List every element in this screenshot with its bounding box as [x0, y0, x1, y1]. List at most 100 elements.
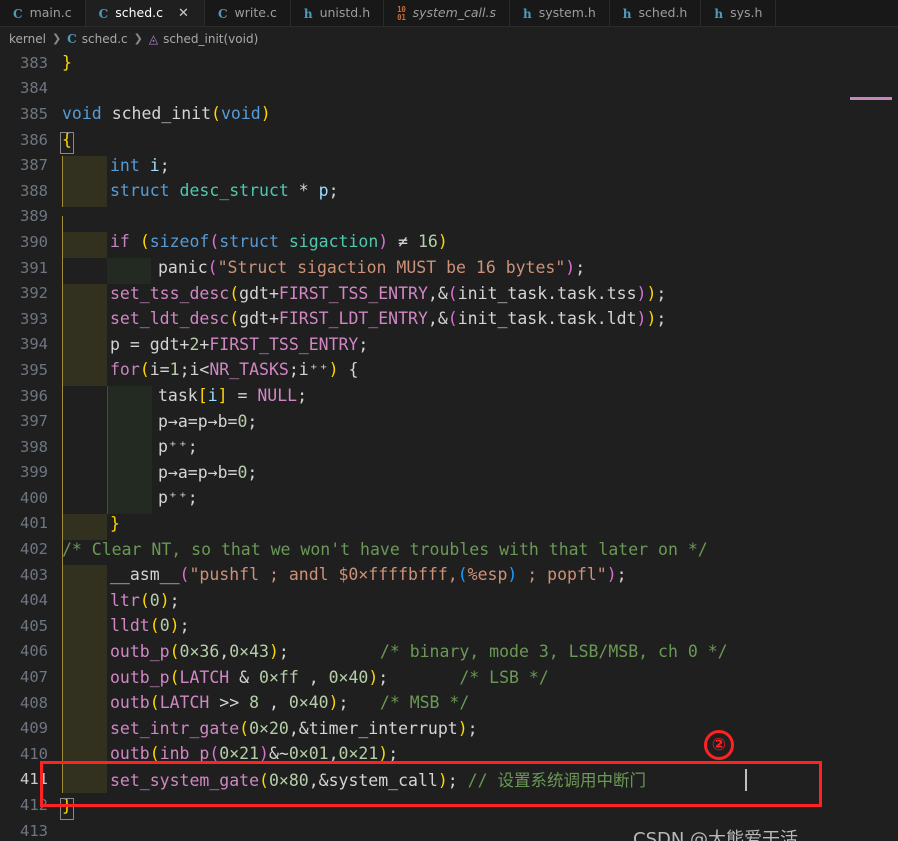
tab-label: sched.h	[638, 5, 688, 21]
line-number: 405	[20, 616, 48, 635]
code-editor[interactable]: 383 } 384 385 void sched_init(void) 386 …	[0, 50, 898, 841]
line-content: outb(LATCH >> 8 , 0×40); /* MSB */	[62, 693, 898, 719]
line-number: 393	[20, 309, 48, 328]
c-file-icon: C	[217, 6, 228, 21]
breadcrumb-symbol[interactable]: ◬ sched_init(void)	[149, 32, 258, 46]
code-line[interactable]: 384	[0, 76, 898, 102]
line-number: 408	[20, 693, 48, 712]
line-number: 395	[20, 360, 48, 379]
code-line[interactable]: 404 ltr(0);	[0, 587, 898, 617]
line-content: set_system_gate(0×80,&system_call); // 设…	[62, 767, 898, 794]
line-content: int i;	[62, 155, 898, 182]
chevron-right-icon: ❯	[133, 32, 143, 45]
code-line[interactable]: 407 outb_p(LATCH & 0×ff , 0×40); /* LSB …	[0, 664, 898, 694]
code-line[interactable]: 387 int i;	[0, 152, 898, 182]
tab-unistd-h[interactable]: h unistd.h	[290, 0, 385, 26]
code-line[interactable]: 392 set_tss_desc(gdt+FIRST_TSS_ENTRY,&(i…	[0, 280, 898, 310]
code-line[interactable]: 406 outb_p(0×36,0×43); /* binary, mode 3…	[0, 639, 898, 668]
code-line[interactable]: 403 __asm__("pushfl ; andl $0×ffffbfff,(…	[0, 562, 898, 591]
code-line[interactable]: 388 struct desc_struct * p;	[0, 178, 898, 207]
line-number: 392	[20, 284, 48, 303]
minimap-sliver[interactable]	[850, 97, 892, 100]
code-line[interactable]: 405 lldt(0);	[0, 613, 898, 642]
code-line[interactable]: 393 set_ldt_desc(gdt+FIRST_LDT_ENTRY,&(i…	[0, 306, 898, 335]
breadcrumb-file[interactable]: C sched.c	[67, 32, 127, 46]
line-content: void sched_init(void)	[62, 104, 271, 124]
tab-write-c[interactable]: C write.c	[204, 0, 291, 26]
breadcrumb: kernel ❯ C sched.c ❯ ◬ sched_init(void)	[0, 27, 898, 50]
code-line[interactable]: 395 for(i=1;i<NR_TASKS;i⁺⁺) {	[0, 357, 898, 387]
code-line[interactable]: 402 /* Clear NT, so that we won't have t…	[0, 536, 898, 566]
line-number: 407	[20, 668, 48, 687]
code-line[interactable]: 410 outb(inb_p(0×21)&~0×01,0×21);	[0, 741, 898, 770]
code-line[interactable]: 385 void sched_init(void)	[0, 101, 898, 127]
line-content: p⁺⁺;	[62, 488, 898, 514]
c-file-icon: C	[13, 6, 23, 21]
code-line[interactable]: 412 }	[0, 792, 898, 820]
line-number: 396	[20, 386, 48, 405]
asm-file-icon: 10 01	[397, 4, 406, 22]
breadcrumb-folder[interactable]: kernel	[9, 32, 46, 46]
line-number: 386	[20, 130, 48, 149]
line-number: 402	[20, 540, 48, 559]
tab-label: sched.c	[115, 5, 163, 21]
tab-label: system_call.s	[412, 5, 496, 21]
code-line[interactable]: 408 outb(LATCH >> 8 , 0×40); /* MSB */	[0, 690, 898, 719]
code-line[interactable]: 390 if (sizeof(struct sigaction) ≠ 16)	[0, 229, 898, 259]
code-line[interactable]: 400 p⁺⁺;	[0, 485, 898, 514]
code-line[interactable]: 396 task[i] = NULL;	[0, 383, 898, 412]
code-line[interactable]: 398 p⁺⁺;	[0, 434, 898, 463]
tab-sys-h[interactable]: h sys.h	[701, 0, 777, 26]
code-line[interactable]: 399 p→a=p→b=0;	[0, 460, 898, 489]
watermark: CSDN @大熊爱干活	[633, 829, 799, 841]
editor-tab-bar: C main.c C sched.c ✕ C write.c h unistd.…	[0, 0, 898, 27]
tab-label: system.h	[538, 5, 596, 21]
code-line[interactable]: 397 p→a=p→b=0;	[0, 408, 898, 438]
line-number: 412	[20, 796, 48, 815]
line-number: 399	[20, 463, 48, 482]
tab-sched-h[interactable]: h sched.h	[609, 0, 702, 26]
code-line[interactable]: 386 {	[0, 127, 898, 155]
line-content: outb_p(LATCH & 0×ff , 0×40); /* LSB */	[62, 667, 898, 694]
code-line[interactable]: 394 p = gdt+2+FIRST_TSS_ENTRY;	[0, 332, 898, 361]
line-number: 389	[20, 207, 48, 226]
line-number: 388	[20, 181, 48, 200]
breadcrumb-symbol-label: sched_init(void)	[163, 31, 259, 46]
code-line[interactable]: 389	[0, 204, 898, 242]
close-icon[interactable]: ✕	[176, 6, 191, 21]
line-content: p→a=p→b=0;	[62, 462, 898, 489]
bracket-match-box	[60, 132, 74, 155]
line-number: 404	[20, 591, 48, 610]
bracket-match-box	[60, 797, 74, 820]
tab-system-h[interactable]: h system.h	[509, 0, 610, 26]
breadcrumb-folder-label: kernel	[9, 31, 46, 46]
line-content: for(i=1;i<NR_TASKS;i⁺⁺) {	[62, 360, 898, 387]
line-number: 409	[20, 719, 48, 738]
line-content: }	[62, 513, 898, 540]
line-content: {	[60, 130, 898, 155]
code-line[interactable]: 383 }	[0, 50, 898, 76]
line-content: set_tss_desc(gdt+FIRST_TSS_ENTRY,&(init_…	[62, 283, 898, 310]
code-line[interactable]: 401 }	[0, 511, 898, 540]
line-number: 401	[20, 514, 48, 533]
c-file-icon: C	[67, 31, 77, 46]
tab-main-c[interactable]: C main.c	[0, 0, 86, 26]
line-content: }	[60, 796, 898, 820]
line-content: lldt(0);	[62, 616, 898, 642]
code-line-current[interactable]: 411 set_system_gate(0×80,&system_call); …	[0, 767, 898, 794]
tab-system-call-s[interactable]: 10 01 system_call.s	[384, 0, 510, 26]
annotation-marker-2: ②	[704, 730, 734, 760]
tab-label: main.c	[29, 5, 72, 21]
line-number: 400	[20, 488, 48, 507]
code-line[interactable]: 409 set_intr_gate(0×20,&timer_interrupt)…	[0, 715, 898, 745]
line-number: 385	[20, 104, 48, 123]
tab-sched-c[interactable]: C sched.c ✕	[85, 0, 205, 26]
vscode-window: C main.c C sched.c ✕ C write.c h unistd.…	[0, 0, 898, 841]
line-content: outb_p(0×36,0×43); /* binary, mode 3, LS…	[62, 641, 898, 668]
code-line[interactable]: 391 panic("Struct sigaction MUST be 16 b…	[0, 255, 898, 284]
line-number: 397	[20, 412, 48, 431]
tab-label: unistd.h	[319, 5, 371, 21]
line-content: __asm__("pushfl ; andl $0×ffffbfff,(%esp…	[62, 565, 898, 591]
h-file-icon: h	[622, 6, 632, 21]
line-number: 413	[20, 821, 48, 840]
